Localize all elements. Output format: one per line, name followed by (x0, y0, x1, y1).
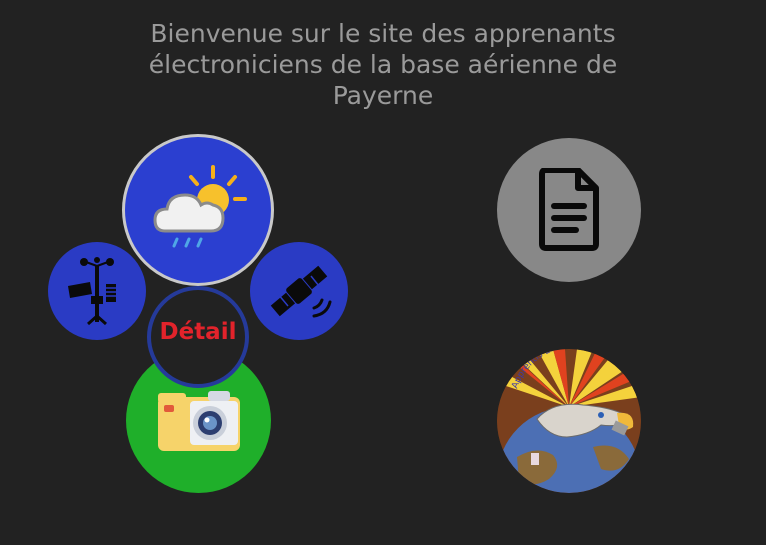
camera-icon (157, 390, 240, 451)
weather-cloud-sun-rain-icon (153, 165, 247, 248)
page: Bienvenue sur le site des apprenants éle… (0, 0, 766, 545)
document-button[interactable] (497, 138, 641, 282)
weather-station-icon (68, 257, 116, 326)
weather-button[interactable] (122, 134, 274, 286)
weather-station-button[interactable] (48, 242, 146, 340)
satellite-button[interactable] (250, 242, 348, 340)
welcome-line-1: Bienvenue sur le site des apprenants (150, 19, 616, 48)
document-icon (539, 168, 599, 251)
welcome-line-2: électroniciens de la base aérienne de (148, 50, 618, 79)
welcome-line-3: Payerne (332, 81, 434, 110)
welcome-heading: Bienvenue sur le site des apprenants éle… (100, 18, 666, 111)
detail-label: Détail (159, 319, 237, 345)
satellite-icon (270, 265, 332, 318)
detail-button[interactable]: Détail (147, 286, 249, 388)
apprentis-logo-image: Apprentis Electroniciens (497, 349, 641, 493)
apprentis-logo[interactable]: Apprentis Electroniciens (497, 349, 641, 493)
